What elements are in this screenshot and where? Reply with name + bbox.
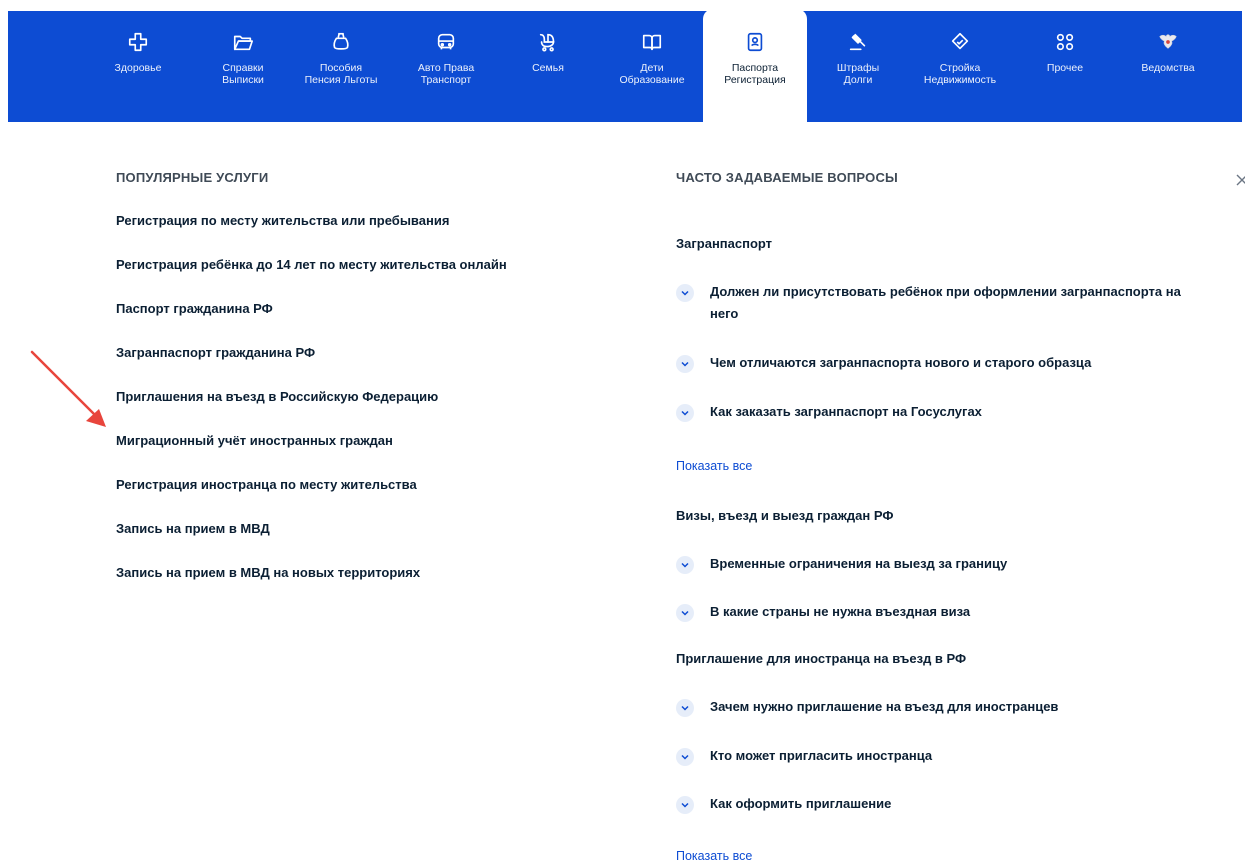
red-arrow-annotation [30, 350, 106, 427]
faq-title: ЧАСТО ЗАДАВАЕМЫЕ ВОПРОСЫ [676, 170, 898, 185]
nav-item-label: Стройка Недвижимость [923, 62, 997, 86]
faq-question[interactable]: В какие страны не нужна въездная виза [676, 603, 1196, 623]
faq-question-text: В какие страны не нужна въездная виза [710, 604, 971, 619]
faq-question-text: Кто может пригласить иностранца [710, 748, 933, 763]
wallet-icon [333, 32, 349, 50]
nav-item-certificates[interactable]: Справки Выписки [191, 11, 295, 122]
nav-item-family[interactable]: Семья [496, 11, 600, 122]
nav-item-label: Паспорта Регистрация [724, 62, 786, 86]
faq-question-text: Должен ли присутствовать ребёнок при офо… [710, 284, 1181, 321]
medical-cross-icon [128, 32, 148, 52]
faq-question[interactable]: Должен ли присутствовать ребёнок при офо… [676, 283, 1196, 325]
faq-category: Приглашение для иностранца на въезд в РФ [676, 651, 967, 666]
service-link[interactable]: Регистрация иностранца по месту жительст… [116, 477, 417, 492]
nav-item-other[interactable]: Прочее [1013, 11, 1117, 122]
coat-of-arms-icon [1159, 34, 1177, 49]
nav-item-label: Штрафы Долги [836, 62, 880, 86]
service-link[interactable]: Приглашения на въезд в Российскую Федера… [116, 389, 438, 404]
chevron-down-icon [676, 284, 694, 302]
faq-category: Визы, въезд и выезд граждан РФ [676, 508, 894, 523]
faq-question[interactable]: Как заказать загранпаспорт на Госуслугах [676, 403, 1196, 423]
passport-icon [747, 32, 763, 52]
chevron-down-icon [676, 556, 694, 574]
folder-icon [233, 35, 253, 51]
chevron-down-icon [676, 796, 694, 814]
chevron-down-icon [676, 355, 694, 373]
nav-item-benefits[interactable]: Пособия Пенсия Льготы [289, 11, 393, 122]
category-nav-bar: Здоровье Справки Выписки Пособия Пенсия … [8, 9, 1242, 122]
faq-question-text: Как оформить приглашение [710, 796, 892, 811]
faq-question[interactable]: Временные ограничения на выезд за границ… [676, 555, 1196, 575]
nav-item-auto[interactable]: Авто Права Транспорт [394, 11, 498, 122]
faq-question[interactable]: Кто может пригласить иностранца [676, 747, 1196, 767]
service-link[interactable]: Запись на прием в МВД на новых территори… [116, 565, 420, 580]
faq-question[interactable]: Чем отличаются загранпаспорта нового и с… [676, 354, 1196, 374]
service-link[interactable]: Регистрация по месту жительства или преб… [116, 213, 449, 228]
faq-category: Загранпаспорт [676, 236, 773, 251]
nav-item-children[interactable]: Дети Образование [600, 11, 704, 122]
nav-item-label: Дети Образование [619, 62, 685, 86]
nav-item-health[interactable]: Здоровье [86, 11, 190, 122]
service-link[interactable]: Запись на прием в МВД [116, 521, 270, 536]
show-all-link[interactable]: Показать все [676, 459, 752, 473]
nav-item-construction[interactable]: Стройка Недвижимость [908, 11, 1012, 122]
faq-question[interactable]: Как оформить приглашение [676, 795, 1196, 815]
nav-item-passports[interactable]: Паспорта Регистрация [703, 9, 807, 122]
nav-item-label: Прочее [1046, 62, 1084, 74]
nav-item-label: Авто Права Транспорт [417, 62, 475, 86]
service-link[interactable]: Паспорт гражданина РФ [116, 301, 273, 316]
faq-question[interactable]: Зачем нужно приглашение на въезд для ино… [676, 698, 1196, 718]
faq-question-text: Чем отличаются загранпаспорта нового и с… [710, 355, 1092, 370]
nav-item-departments[interactable]: Ведомства [1116, 11, 1220, 122]
house-icon [951, 32, 969, 50]
stroller-icon [539, 33, 555, 52]
faq-question-text: Временные ограничения на выезд за границ… [710, 556, 1008, 571]
show-all-link[interactable]: Показать все [676, 849, 752, 863]
service-link[interactable]: Загранпаспорт гражданина РФ [116, 345, 315, 360]
chevron-down-icon [676, 699, 694, 717]
nav-item-label: Семья [532, 62, 564, 74]
chevron-down-icon [676, 604, 694, 622]
popular-services-title: ПОПУЛЯРНЫЕ УСЛУГИ [116, 170, 269, 185]
nav-item-fines[interactable]: Штрафы Долги [806, 11, 910, 122]
close-icon[interactable] [1234, 172, 1245, 188]
gavel-icon [849, 33, 866, 51]
nav-item-label: Справки Выписки [222, 62, 264, 86]
service-link-migration[interactable]: Миграционный учёт иностранных граждан [116, 433, 393, 448]
nav-item-label: Пособия Пенсия Льготы [304, 62, 378, 86]
chevron-down-icon [676, 404, 694, 422]
grid-icon [1056, 33, 1074, 51]
nav-item-label: Здоровье [114, 62, 162, 74]
book-icon [642, 34, 662, 51]
car-icon [437, 33, 455, 50]
faq-question-text: Как заказать загранпаспорт на Госуслугах [710, 404, 982, 419]
chevron-down-icon [676, 748, 694, 766]
faq-question-text: Зачем нужно приглашение на въезд для ино… [710, 699, 1059, 714]
service-link[interactable]: Регистрация ребёнка до 14 лет по месту ж… [116, 257, 507, 272]
nav-item-label: Ведомства [1141, 62, 1195, 74]
